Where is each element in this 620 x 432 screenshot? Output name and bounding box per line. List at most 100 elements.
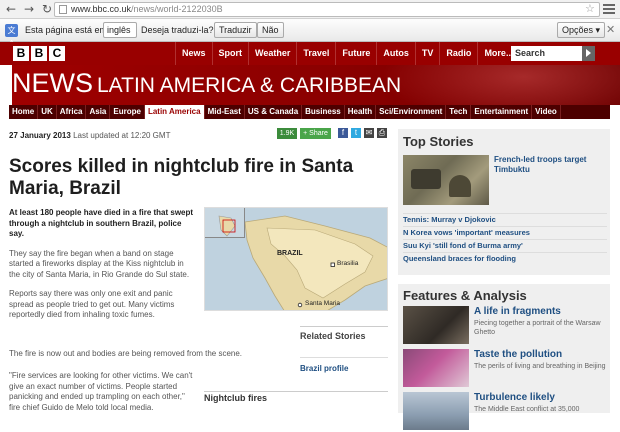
bbc-logo-letter: B [13, 46, 29, 61]
topnav-tv[interactable]: TV [414, 42, 440, 65]
top-story-image[interactable] [403, 155, 489, 205]
language-select[interactable]: inglês ▾ [103, 22, 137, 49]
feature-title[interactable]: A life in fragments [474, 306, 561, 317]
article-updated: Last updated at 12:20 GMT [73, 131, 171, 140]
feature-desc: The perils of living and breathing in Be… [474, 363, 606, 370]
email-icon[interactable]: ✉ [364, 128, 374, 138]
share-button[interactable]: + Share [300, 128, 331, 139]
translate-icon: 文A [5, 24, 18, 48]
article-meta: 27 January 2013 Last updated at 12:20 GM… [9, 131, 170, 140]
topnav-sport[interactable]: Sport [211, 42, 249, 65]
feature-title[interactable]: Taste the pollution [474, 349, 562, 360]
options-label: Opções [562, 25, 594, 35]
top-stories-title: Top Stories [403, 134, 474, 149]
map-label-capital: Brasilia [337, 260, 359, 267]
feature-image [403, 392, 469, 430]
search-button[interactable] [582, 46, 595, 61]
browser-toolbar: ← → ↻ www.bbc.co.uk/news/world-2122030B … [0, 0, 620, 19]
top-story-link[interactable]: Tennis: Murray v Djokovic [403, 213, 607, 226]
subnav-video[interactable]: Video [532, 105, 561, 119]
topnav-radio[interactable]: Radio [439, 42, 477, 65]
location-map: BRAZIL Brasilia Santa Maria [204, 207, 388, 311]
article-paragraph: Reports say there was only one exit and … [9, 289, 175, 319]
related-link-brazil-profile[interactable]: Brazil profile [300, 357, 388, 373]
translate-options-button[interactable]: Opções ▾ [557, 22, 606, 38]
article-lead: At least 180 people have died in a fire … [9, 208, 194, 238]
subnav-asia[interactable]: Asia [86, 105, 111, 119]
bbc-global-nav: B B C News Sport Weather Travel Future A… [0, 42, 620, 65]
translate-button[interactable]: Traduzir [214, 22, 257, 38]
feature-item[interactable]: Turbulence likely The Middle East confli… [403, 392, 605, 432]
top-stories-list: Tennis: Murray v Djokovic N Korea vows '… [403, 213, 607, 265]
features-title: Features & Analysis [403, 288, 527, 303]
top-story-link[interactable]: Queensland braces for flooding [403, 252, 607, 265]
translate-question: Deseja traduzi-la? [141, 25, 214, 35]
twitter-icon[interactable]: t [351, 128, 361, 138]
reload-icon[interactable]: ↻ [40, 2, 54, 16]
feature-title[interactable]: Turbulence likely [474, 392, 555, 403]
language-select-value: inglês [107, 25, 131, 35]
related-stories: Related Stories Brazil profile [300, 324, 388, 373]
article-headline: Scores killed in nightclub fire in Santa… [9, 156, 354, 199]
topnav-news[interactable]: News [175, 42, 212, 65]
topnav-future[interactable]: Future [335, 42, 376, 65]
forward-icon[interactable]: → [22, 2, 36, 16]
article-date: 27 January 2013 [9, 131, 71, 140]
bbc-logo-letter: C [49, 46, 65, 61]
article-body: At least 180 people have died in a fire … [9, 208, 195, 330]
article-quote: "Fire services are looking for other vic… [9, 371, 193, 412]
share-count: 1.9K [277, 128, 297, 139]
feature-item[interactable]: A life in fragments Piecing together a p… [403, 306, 605, 346]
subnav-latin-america[interactable]: Latin America [144, 105, 205, 119]
sidebar: Top Stories French-led troops target Tim… [398, 129, 610, 430]
bbc-logo[interactable]: B B C [13, 46, 65, 61]
translate-prefix: Esta página está em [25, 25, 108, 35]
map-label-country: BRAZIL [277, 250, 303, 257]
subnav-tech[interactable]: Tech [446, 105, 472, 119]
section-nav: Home UK Africa Asia Europe Latin America… [9, 105, 610, 119]
close-infobar-icon[interactable]: ✕ [606, 23, 615, 36]
subnav-europe[interactable]: Europe [110, 105, 145, 119]
subnav-sci-environment[interactable]: Sci/Environment [376, 105, 447, 119]
banner-title[interactable]: NEWS LATIN AMERICA & CARIBBEAN [12, 68, 401, 99]
top-story-link[interactable]: Suu Kyi 'still fond of Burma army' [403, 239, 607, 252]
menu-icon[interactable] [603, 2, 615, 14]
map-label-city: Santa Maria [305, 300, 341, 307]
no-translate-button[interactable]: Não [257, 22, 284, 38]
facebook-icon[interactable]: f [338, 128, 348, 138]
top-story-link[interactable]: N Korea vows 'important' measures [403, 226, 607, 239]
subnav-africa[interactable]: Africa [57, 105, 87, 119]
top-stories: Top Stories French-led troops target Tim… [398, 129, 610, 275]
nightclub-fires-heading[interactable]: Nightclub fires [204, 391, 388, 403]
map-inset [205, 208, 245, 238]
bookmark-star-icon[interactable]: ☆ [585, 2, 595, 15]
print-icon[interactable]: ⎙ [377, 128, 387, 138]
news-banner: NEWS LATIN AMERICA & CARIBBEAN [0, 65, 620, 105]
related-stories-title: Related Stories [300, 326, 388, 341]
page-icon [59, 5, 67, 14]
subnav-entertainment[interactable]: Entertainment [471, 105, 533, 119]
subnav-health[interactable]: Health [345, 105, 377, 119]
banner-section: LATIN AMERICA & CARIBBEAN [97, 74, 402, 97]
subnav-uk[interactable]: UK [38, 105, 57, 119]
feature-image [403, 349, 469, 387]
feature-item[interactable]: Taste the pollution The perils of living… [403, 349, 606, 389]
page-content: 27 January 2013 Last updated at 12:20 GM… [9, 119, 610, 430]
features-analysis: Features & Analysis A life in fragments … [398, 284, 610, 430]
bbc-logo-letter: B [31, 46, 47, 61]
address-bar[interactable]: www.bbc.co.uk/news/world-2122030B [54, 2, 600, 17]
article-paragraph: They say the fire began when a band on s… [9, 248, 190, 279]
topnav-weather[interactable]: Weather [248, 42, 296, 65]
subnav-business[interactable]: Business [302, 105, 345, 119]
url-path: /news/world-2122030B [131, 4, 223, 14]
banner-news: NEWS [12, 68, 93, 98]
feature-image [403, 306, 469, 344]
translate-infobar: 文A Esta página está em inglês ▾ Deseja t… [0, 19, 620, 49]
topnav-autos[interactable]: Autos [376, 42, 415, 65]
subnav-us-canada[interactable]: US & Canada [245, 105, 303, 119]
subnav-home[interactable]: Home [9, 105, 39, 119]
subnav-mid-east[interactable]: Mid-East [205, 105, 245, 119]
top-story-lead-link[interactable]: French-led troops target Timbuktu [494, 155, 604, 175]
topnav-travel[interactable]: Travel [296, 42, 335, 65]
back-icon[interactable]: ← [4, 2, 18, 16]
